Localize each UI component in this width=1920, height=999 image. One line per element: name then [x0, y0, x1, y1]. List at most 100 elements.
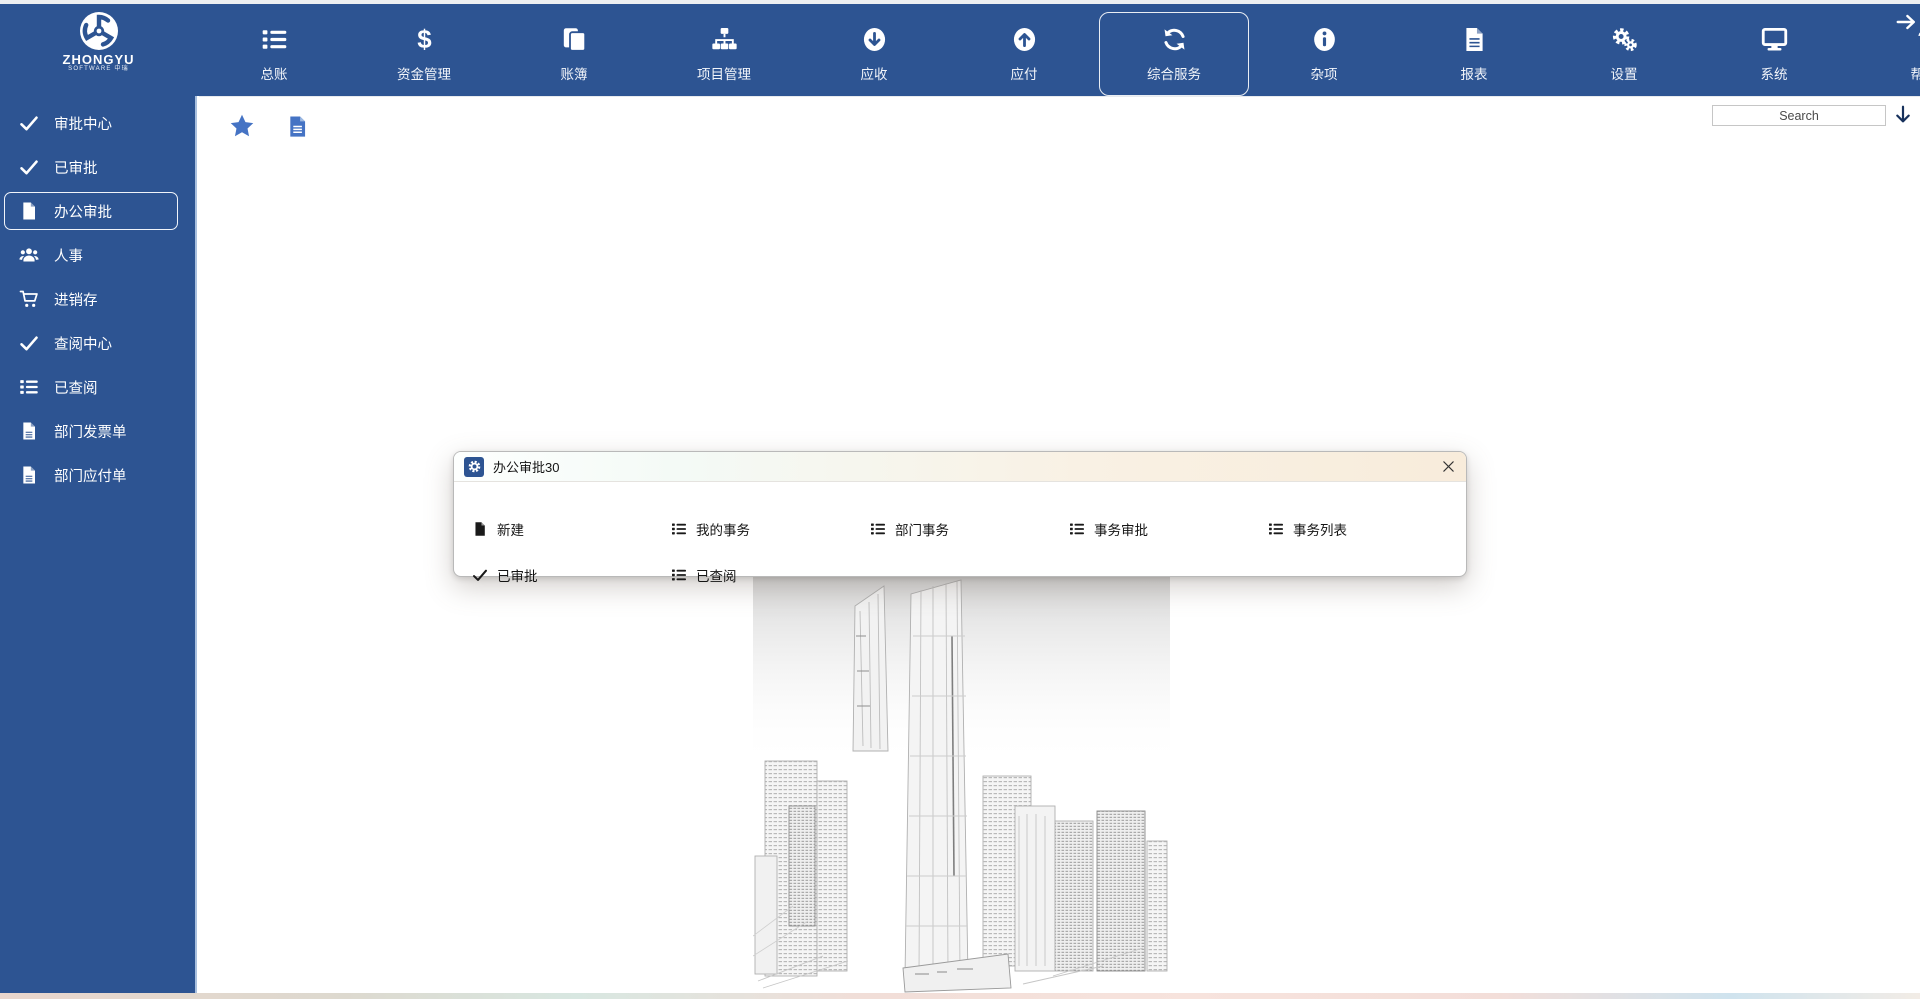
sitemap-icon: [711, 26, 738, 53]
nav-item-label: 设置: [1611, 63, 1638, 83]
sidebar-item-审批中心[interactable]: 审批中心: [0, 101, 195, 145]
city-sketch-watermark: [753, 576, 1170, 994]
list-icon: [19, 377, 39, 397]
nav-item-总账[interactable]: 总账: [199, 12, 349, 96]
top-navbar: ZHONGYU SOFTWARE 中瑞 总账 $ 资金管理 账簿 项目管理 应收 应付 综合服…: [0, 4, 1920, 96]
file-invoice-icon: [19, 421, 39, 441]
nav-item-账簿[interactable]: 账簿: [499, 12, 649, 96]
nav-item-应收[interactable]: 应收: [799, 12, 949, 96]
check-icon: [19, 157, 39, 177]
sync-icon: [1161, 26, 1188, 53]
users-icon: [19, 245, 39, 265]
file-invoice-icon: [19, 465, 39, 485]
dollar-icon: $: [411, 26, 438, 53]
dialog-item-label: 新建: [497, 519, 524, 539]
list-icon: [1069, 521, 1085, 537]
nav-item-label: 总账: [261, 63, 288, 83]
dialog-item-label: 我的事务: [696, 519, 750, 539]
brand-subtitle: SOFTWARE 中瑞: [68, 66, 129, 73]
file-icon: [472, 521, 488, 537]
dialog-body: 新建我的事务部门事务事务审批事务列表已审批已查阅: [454, 482, 1466, 577]
nav-item-应付[interactable]: 应付: [949, 12, 1099, 96]
check-icon: [472, 567, 488, 583]
dialog-header[interactable]: 办公审批30: [454, 452, 1466, 482]
dialog-item-label: 已审批: [497, 565, 538, 585]
nav-item-label: 项目管理: [697, 63, 751, 83]
file-icon: [19, 201, 39, 221]
sidebar-item-人事[interactable]: 人事: [0, 233, 195, 277]
app-window: ZHONGYU SOFTWARE 中瑞 总账 $ 资金管理 账簿 项目管理 应收 应付 综合服…: [0, 0, 1920, 999]
nav-item-label: 系统: [1761, 63, 1788, 83]
circle-down-icon: [861, 26, 888, 53]
brand-name: ZHONGYU: [63, 53, 135, 66]
sidebar-item-查阅中心[interactable]: 查阅中心: [0, 321, 195, 365]
dialog-item-label: 事务审批: [1094, 519, 1148, 539]
copy-icon: [561, 26, 588, 53]
office-approval-dialog: 办公审批30 新建我的事务部门事务事务审批事务列表已审批已查阅: [453, 451, 1467, 577]
nav-item-设置[interactable]: 设置: [1549, 12, 1699, 96]
sidebar-item-label: 办公审批: [54, 201, 112, 222]
dialog-item-label: 部门事务: [895, 519, 949, 539]
dialog-item-事务列表[interactable]: 事务列表: [1268, 519, 1347, 539]
nav-item-label: 综合服务: [1147, 63, 1201, 83]
nav-item-项目管理[interactable]: 项目管理: [649, 12, 799, 96]
dialog-item-已查阅[interactable]: 已查阅: [671, 565, 737, 585]
nav-item-报表[interactable]: 报表: [1399, 12, 1549, 96]
close-icon[interactable]: [1441, 459, 1456, 474]
nav-item-label: 应付: [1011, 63, 1038, 83]
sidebar-item-部门发票单[interactable]: 部门发票单: [0, 409, 195, 453]
dialog-item-已审批[interactable]: 已审批: [472, 565, 538, 585]
main-content: 办公审批30 新建 我的事务 部门事务 事务审批 事务列表已审批 已查阅: [199, 96, 1920, 993]
nav-overflow-arrow-icon[interactable]: [1895, 11, 1917, 33]
sidebar-item-label: 部门发票单: [54, 421, 127, 442]
check-icon: [19, 333, 39, 353]
brand-logo-block: ZHONGYU SOFTWARE 中瑞: [0, 4, 197, 96]
sidebar-item-label: 已查阅: [54, 377, 98, 398]
nav-item-label: 杂项: [1311, 63, 1338, 83]
nav-item-label: 帮助: [1911, 63, 1920, 83]
dialog-item-我的事务[interactable]: 我的事务: [671, 519, 750, 539]
dialog-title: 办公审批30: [493, 457, 559, 476]
sidebar-item-label: 审批中心: [54, 113, 112, 134]
file-lines-icon: [1461, 26, 1488, 53]
nav-item-资金管理[interactable]: $ 资金管理: [349, 12, 499, 96]
window-bottom-edge: [0, 993, 1920, 999]
cart-icon: [19, 289, 39, 309]
list-icon: [261, 26, 288, 53]
cogs-icon: [1611, 26, 1638, 53]
list-icon: [870, 521, 886, 537]
top-nav-items: 总账$资金管理账簿项目管理应收应付综合服务杂项报表设置系统?帮助: [199, 4, 1920, 96]
nav-item-label: 应收: [861, 63, 888, 83]
nav-item-label: 资金管理: [397, 63, 451, 83]
nav-item-系统[interactable]: 系统: [1699, 12, 1849, 96]
dialog-item-新建[interactable]: 新建: [472, 519, 524, 539]
sidebar-item-进销存[interactable]: 进销存: [0, 277, 195, 321]
sidebar-item-已审批[interactable]: 已审批: [0, 145, 195, 189]
circle-up-icon: [1011, 26, 1038, 53]
star-icon[interactable]: [229, 113, 255, 139]
sidebar-item-label: 人事: [54, 245, 83, 266]
nav-item-label: 账簿: [561, 63, 588, 83]
sidebar-item-label: 进销存: [54, 289, 98, 310]
desktop-icon: [1761, 26, 1788, 53]
dialog-item-部门事务[interactable]: 部门事务: [870, 519, 949, 539]
nav-item-杂项[interactable]: 杂项: [1249, 12, 1399, 96]
list-icon: [1268, 521, 1284, 537]
sidebar-item-label: 部门应付单: [54, 465, 127, 486]
nav-item-综合服务[interactable]: 综合服务: [1099, 12, 1249, 96]
info-icon: [1311, 26, 1338, 53]
sidebar-item-已查阅[interactable]: 已查阅: [0, 365, 195, 409]
check-icon: [19, 113, 39, 133]
search-input[interactable]: [1712, 105, 1886, 126]
sidebar-item-label: 查阅中心: [54, 333, 112, 354]
dialog-item-事务审批[interactable]: 事务审批: [1069, 519, 1148, 539]
search-dropdown-arrow-icon[interactable]: [1892, 104, 1914, 126]
sidebar-item-部门应付单[interactable]: 部门应付单: [0, 453, 195, 497]
svg-text:$: $: [417, 26, 432, 53]
list-icon: [671, 567, 687, 583]
zhongyu-logo-icon: [79, 11, 119, 51]
sidebar: 审批中心已审批办公审批人事进销存查阅中心已查阅部门发票单部门应付单: [0, 96, 197, 993]
document-icon[interactable]: [286, 111, 309, 142]
sidebar-item-办公审批[interactable]: 办公审批: [4, 192, 178, 230]
dialog-item-label: 事务列表: [1293, 519, 1347, 539]
